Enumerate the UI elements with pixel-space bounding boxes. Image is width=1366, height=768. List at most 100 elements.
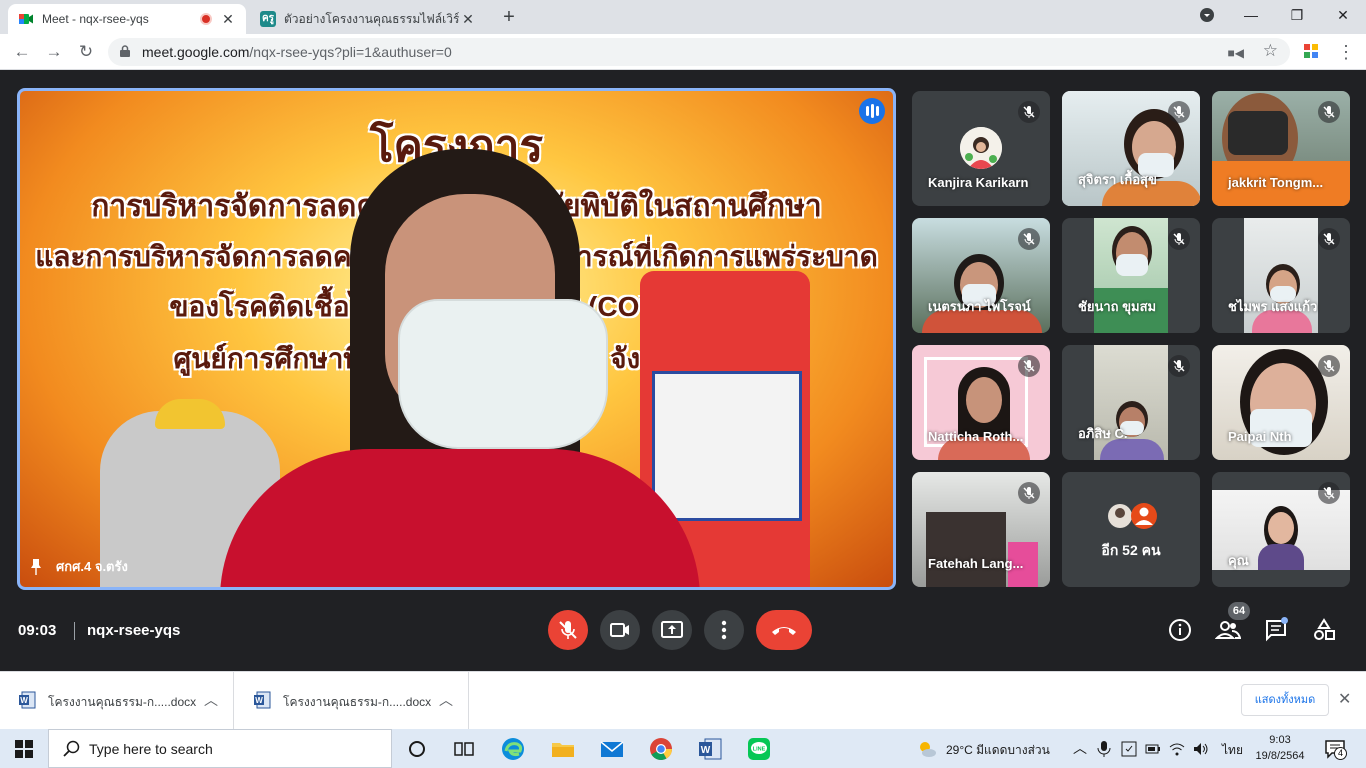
- profile-dropdown-icon[interactable]: [1184, 0, 1230, 30]
- camera-in-use-icon[interactable]: ■◀: [1228, 46, 1244, 60]
- close-tab-icon[interactable]: ✕: [220, 11, 236, 28]
- svg-text:W: W: [255, 696, 263, 705]
- mic-off-icon: [1018, 482, 1040, 504]
- chevron-up-icon[interactable]: ︿: [204, 690, 218, 710]
- task-view-icon[interactable]: [451, 736, 477, 762]
- weather-text[interactable]: 29°C มีแดดบางส่วน: [946, 741, 1050, 760]
- show-all-downloads-button[interactable]: แสดงทั้งหมด: [1241, 684, 1329, 716]
- people-button[interactable]: [1215, 617, 1241, 643]
- divider: [74, 622, 75, 640]
- taskbar-clock[interactable]: 9:03 19/8/2564: [1252, 732, 1308, 764]
- new-tab-button[interactable]: +: [498, 6, 520, 28]
- leave-call-button[interactable]: [756, 610, 812, 650]
- word-icon[interactable]: W: [697, 736, 723, 762]
- close-shelf-icon[interactable]: ✕: [1338, 689, 1351, 709]
- windows-start-icon[interactable]: [14, 739, 34, 759]
- tab-document[interactable]: ครู ตัวอย่างโครงงานคุณธรรมไฟล์เวิร์ด - ค…: [250, 4, 486, 34]
- pin-icon[interactable]: [30, 558, 42, 575]
- participant-count-badge: 64: [1228, 602, 1250, 620]
- chrome-icon[interactable]: [648, 736, 674, 762]
- participant-name: Natticha Roth...: [928, 429, 1024, 444]
- weather-sun-cloud-icon[interactable]: [916, 736, 938, 762]
- taskbar-search[interactable]: Type here to search: [48, 729, 392, 768]
- participant-tile[interactable]: Kanjira Karikarn: [912, 91, 1050, 206]
- present-screen-icon: [661, 621, 683, 638]
- wifi-icon[interactable]: [1168, 740, 1186, 758]
- maximize-button[interactable]: ❐: [1274, 0, 1320, 30]
- clock-time: 9:03: [1269, 734, 1291, 746]
- meeting-details-button[interactable]: [1167, 617, 1193, 643]
- back-icon[interactable]: ←: [10, 40, 34, 64]
- participant-tile[interactable]: เนตรนภา ไพโรจน์: [912, 218, 1050, 333]
- participant-name: เนตรนภา ไพโรจน์: [928, 299, 1031, 314]
- mic-off-icon: [559, 621, 577, 639]
- participant-name: Kanjira Karikarn: [928, 175, 1029, 190]
- browser-toolbar: ← → ↻ meet.google.com/nqx-rsee-yqs?pli=1…: [0, 34, 1366, 70]
- notification-center-button[interactable]: 4: [1324, 738, 1347, 760]
- mic-off-icon: [1318, 101, 1340, 123]
- battery-icon[interactable]: [1144, 740, 1162, 758]
- others-count-label: อีก 52 คน: [1101, 542, 1161, 558]
- participant-tile[interactable]: ชไมพร แสงแก้ว: [1212, 218, 1350, 333]
- presenter-video[interactable]: โครงการ การบริหารจัดการลดความเสี่ยงจากภั…: [17, 88, 896, 590]
- cortana-icon[interactable]: [404, 736, 430, 762]
- avatar: [960, 127, 1002, 169]
- mic-off-icon: [1168, 228, 1190, 250]
- address-bar[interactable]: meet.google.com/nqx-rsee-yqs?pli=1&authu…: [108, 38, 1290, 66]
- activities-button[interactable]: [1311, 617, 1337, 643]
- participant-tile[interactable]: อภิสิษ C.: [1062, 345, 1200, 460]
- mail-icon[interactable]: [599, 736, 625, 762]
- more-options-button[interactable]: [704, 610, 744, 650]
- mic-off-icon: [1018, 101, 1040, 123]
- bookmark-star-icon[interactable]: ☆: [1263, 41, 1278, 61]
- participant-name: ชัยนาถ ขุมสม: [1078, 299, 1157, 314]
- notification-count: 4: [1334, 747, 1347, 760]
- search-placeholder: Type here to search: [89, 741, 213, 757]
- reload-icon[interactable]: ↻: [74, 40, 98, 64]
- tray-overflow-icon[interactable]: ︿: [1073, 738, 1087, 758]
- participant-tile[interactable]: Fatehah Lang...: [912, 472, 1050, 587]
- clock-date: 19/8/2564: [1255, 750, 1305, 762]
- minimize-button[interactable]: —: [1228, 0, 1274, 30]
- microphone-icon[interactable]: [1096, 740, 1112, 758]
- download-item[interactable]: W โครงงานคุณธรรม-ก.....docx ︿: [235, 672, 469, 730]
- file-explorer-icon[interactable]: [550, 736, 576, 762]
- self-tile[interactable]: คุณ: [1212, 472, 1350, 587]
- camera-toggle-button[interactable]: [600, 610, 640, 650]
- info-icon: [1169, 619, 1191, 641]
- participant-tile[interactable]: jakkrit Tongm...: [1212, 91, 1350, 206]
- mic-off-icon: [1318, 355, 1340, 377]
- participant-tile[interactable]: Paipai Nth: [1212, 345, 1350, 460]
- participant-name: ชไมพร แสงแก้ว: [1228, 299, 1318, 314]
- extension-icon[interactable]: [1300, 40, 1322, 62]
- other-participants-avatars: [1108, 503, 1157, 529]
- tab-meet[interactable]: Meet - nqx-rsee-yqs ✕: [8, 4, 246, 34]
- activities-icon: [1314, 618, 1335, 640]
- input-language[interactable]: ไทย: [1222, 741, 1243, 760]
- browser-menu-icon[interactable]: ⋮: [1336, 40, 1356, 64]
- edge-icon[interactable]: [500, 736, 526, 762]
- participant-name: สุจิตรา เกื้อสุข: [1078, 172, 1157, 187]
- participant-tile[interactable]: สุจิตรา เกื้อสุข: [1062, 91, 1200, 206]
- line-app-icon[interactable]: LINE: [746, 736, 772, 762]
- recording-indicator-icon: [200, 13, 212, 25]
- present-screen-button[interactable]: [652, 610, 692, 650]
- tab-title: ตัวอย่างโครงงานคุณธรรมไฟล์เวิร์ด - ครู: [284, 11, 460, 26]
- participant-tile[interactable]: ชัยนาถ ขุมสม: [1062, 218, 1200, 333]
- more-vert-icon: [721, 620, 727, 640]
- svg-text:W: W: [20, 696, 28, 705]
- mic-off-icon: [1168, 101, 1190, 123]
- svg-text:W: W: [701, 745, 711, 756]
- volume-icon[interactable]: [1192, 740, 1210, 758]
- download-item[interactable]: W โครงงานคุณธรรม-ก.....docx ︿: [0, 672, 234, 730]
- security-icon[interactable]: [1120, 740, 1138, 758]
- participant-tile[interactable]: Natticha Roth...: [912, 345, 1050, 460]
- chat-unread-dot: [1281, 617, 1288, 624]
- meeting-time: 09:03: [18, 622, 57, 639]
- close-window-button[interactable]: ✕: [1320, 0, 1366, 30]
- mic-toggle-button[interactable]: [548, 610, 588, 650]
- others-tile[interactable]: อีก 52 คน: [1062, 472, 1200, 587]
- close-tab-icon[interactable]: ✕: [460, 11, 476, 28]
- forward-icon[interactable]: →: [42, 40, 66, 64]
- chevron-up-icon[interactable]: ︿: [439, 690, 453, 710]
